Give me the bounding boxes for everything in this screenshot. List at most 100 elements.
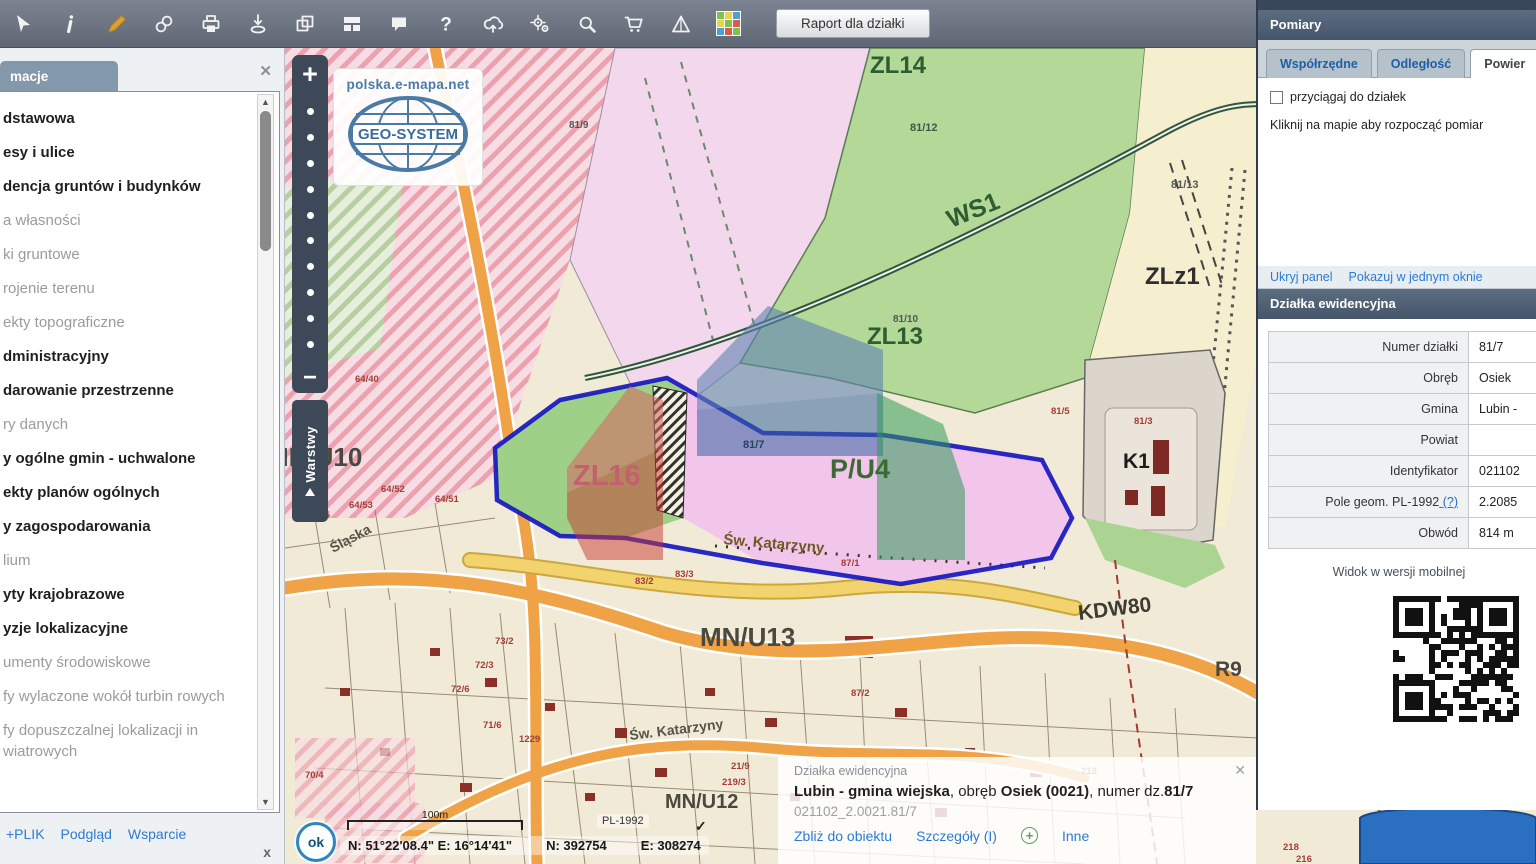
coordinates-readout: N: 51°22'08.4" E: 16°14'41" N: 392754 E:…	[340, 836, 709, 855]
sidebar-layer-item[interactable]: esy i ulice	[3, 142, 253, 163]
measure-panel-body: przyciągaj do działek Kliknij na mapie a…	[1258, 78, 1536, 266]
link-icon[interactable]	[151, 11, 177, 37]
measure-hint: Kliknij na mapie aby rozpocząć pomiar	[1270, 118, 1524, 132]
panel-links-row: Ukryj panel Pokazuj w jednym oknie	[1258, 266, 1536, 289]
sidebar-layer-item[interactable]: ekty topograficzne	[3, 312, 253, 333]
sidebar-scrollbar[interactable]: ▲ ▼	[257, 94, 274, 810]
popup-action-link[interactable]: Szczegóły (I)	[916, 828, 997, 844]
sidebar-layer-item[interactable]: yzje lokalizacyjne	[3, 618, 253, 639]
popup-close-icon[interactable]: ✕	[1234, 762, 1246, 779]
prism-icon[interactable]	[668, 11, 694, 37]
parcel-attribute-row: Pole geom. PL-1992 (?)2.2085	[1269, 487, 1536, 518]
snap-checkbox[interactable]	[1270, 91, 1283, 104]
sidebar-footer-link[interactable]: +PLIK	[6, 826, 45, 842]
sidebar-layer-item[interactable]: yty krajobrazowe	[3, 584, 253, 605]
popup-parcel-id: 021102_2.0021.81/7	[794, 804, 1240, 819]
identify-popup: Działka ewidencyjna ✕ Lubin - gmina wiej…	[778, 757, 1256, 864]
sidebar-layer-item[interactable]: fy dopuszczalnej lokalizacji in wiatrowy…	[3, 720, 253, 762]
measure-icon[interactable]	[104, 11, 130, 37]
scroll-down-icon[interactable]: ▼	[258, 797, 273, 807]
parcel-panel-header: Działka ewidencyjna	[1258, 289, 1536, 319]
copy-icon[interactable]	[292, 11, 318, 37]
single-window-link[interactable]: Pokazuj w jednym oknie	[1349, 270, 1483, 284]
sidebar-layer-item[interactable]: rojenie terenu	[3, 278, 253, 299]
help-link[interactable]: (?)	[1439, 495, 1458, 509]
coords-geo: N: 51°22'08.4" E: 16°14'41"	[348, 838, 512, 853]
parcel-attribute-row: Numer działki81/7	[1269, 332, 1536, 363]
measure-tab-3[interactable]: Powier	[1470, 49, 1536, 78]
mobile-version-link[interactable]: Widok w wersji mobilnej	[1268, 565, 1530, 579]
sidebar-layer-item[interactable]: umenty środowiskowe	[3, 652, 253, 673]
measure-tab-1[interactable]: Współrzędne	[1266, 49, 1372, 78]
sidebar-layer-item[interactable]: dencja gruntów i budynków	[3, 176, 253, 197]
print-icon[interactable]	[198, 11, 224, 37]
sidebar-layer-item[interactable]: y ogólne gmin - uchwalone	[3, 448, 253, 469]
crs-check-icon: ✓	[695, 818, 707, 835]
zoom-control[interactable]: + −	[292, 55, 328, 393]
zoom-in-button[interactable]: +	[302, 59, 318, 89]
measure-panel-header: Pomiary	[1258, 10, 1536, 40]
parcel-attributes-table: Numer działki81/7ObrębOsiekGminaLubin - P…	[1268, 331, 1536, 549]
layout-icon[interactable]	[339, 11, 365, 37]
parcel-attribute-row: GminaLubin -	[1269, 394, 1536, 425]
parcel-attribute-row: Obwód814 m	[1269, 518, 1536, 549]
qr-code	[1390, 593, 1522, 725]
popup-parcel-description: Lubin - gmina wiejska, obręb Osiek (0021…	[794, 783, 1240, 800]
coords-easting: E: 308274	[641, 838, 701, 853]
sidebar-bottom-close[interactable]: x	[263, 844, 271, 860]
cloud-upload-icon[interactable]	[480, 11, 506, 37]
sidebar-layer-item[interactable]: y zagospodarowania	[3, 516, 253, 537]
measure-tab-2[interactable]: Odległość	[1377, 49, 1465, 78]
left-sidebar: macje ✕ dstawowa esy i ulice dencja gruntó…	[0, 48, 285, 864]
sidebar-layer-item[interactable]: a własności	[3, 210, 253, 231]
app-window: ZL1481/12WS181/13ZLz1ZL1381/1081/981/7ZL…	[0, 0, 1536, 864]
sidebar-layer-item[interactable]: ki gruntowe	[3, 244, 253, 265]
cart-icon[interactable]	[621, 11, 647, 37]
legend-icon[interactable]	[715, 11, 741, 37]
comment-icon[interactable]	[386, 11, 412, 37]
scroll-up-icon[interactable]: ▲	[258, 97, 273, 107]
sidebar-layer-item[interactable]: dministracyjny	[3, 346, 253, 367]
sidebar-layer-item[interactable]: fy wylaczone wokół turbin rowych	[3, 686, 253, 707]
search-icon[interactable]	[574, 11, 600, 37]
zoom-slider[interactable]	[292, 89, 328, 367]
sidebar-footer-link[interactable]: Wsparcie	[128, 826, 186, 842]
map-watermark-logo: polska.e-mapa.net GEO-SYSTEM	[333, 68, 483, 186]
help-icon[interactable]: ?	[433, 11, 459, 37]
hide-panel-link[interactable]: Ukryj panel	[1270, 270, 1333, 284]
zoom-to-plus-icon[interactable]: +	[1021, 827, 1038, 844]
layer-tree: dstawowa esy i ulice dencja gruntów i budy…	[0, 91, 280, 813]
sidebar-footer-link[interactable]: Podgląd	[61, 826, 112, 842]
report-for-parcel-button[interactable]: Raport dla działki	[776, 9, 930, 38]
popup-action-link[interactable]: Inne	[1062, 828, 1089, 844]
parcel-panel-body: Numer działki81/7ObrębOsiekGminaLubin - P…	[1258, 319, 1536, 725]
cursor-icon[interactable]	[10, 11, 36, 37]
svg-text:?: ?	[440, 14, 452, 35]
blue-area-br	[1360, 808, 1536, 864]
settings-icon[interactable]	[527, 11, 553, 37]
zoom-out-button[interactable]: −	[303, 367, 317, 389]
sidebar-layer-item[interactable]: lium	[3, 550, 253, 571]
crs-label[interactable]: PL-1992	[597, 814, 649, 828]
popup-action-link[interactable]: Zbliż do obiektu	[794, 828, 892, 844]
sidebar-tab-informacje[interactable]: macje	[0, 61, 118, 91]
layers-tab-arrow-icon	[305, 488, 315, 496]
marker-download-icon[interactable]	[245, 11, 271, 37]
sidebar-layer-item[interactable]: ekty planów ogólnych	[3, 482, 253, 503]
parcel-attribute-row: Identyfikator021102	[1269, 456, 1536, 487]
coords-northing: N: 392754	[546, 838, 607, 853]
sidebar-close-icon[interactable]: ✕	[259, 62, 272, 80]
ok-button[interactable]: ok	[296, 822, 336, 862]
parcel-attribute-row: ObrębOsiek	[1269, 363, 1536, 394]
sidebar-layer-item[interactable]: dstawowa	[3, 108, 253, 129]
scrollbar-thumb[interactable]	[260, 111, 271, 251]
layers-panel-tab[interactable]: Warstwy	[292, 400, 328, 522]
popup-title: Działka ewidencyjna	[794, 764, 1240, 778]
sidebar-layer-item[interactable]: darowanie przestrzenne	[3, 380, 253, 401]
scale-bar: 100m	[347, 820, 523, 830]
measure-tabs: WspółrzędneOdległośćPowier	[1258, 40, 1536, 78]
sidebar-layer-item[interactable]: ry danych	[3, 414, 253, 435]
layers-tab-label: Warstwy	[303, 426, 318, 482]
geo-system-globe-icon: GEO-SYSTEM	[344, 92, 472, 176]
info-icon[interactable]	[57, 11, 83, 37]
